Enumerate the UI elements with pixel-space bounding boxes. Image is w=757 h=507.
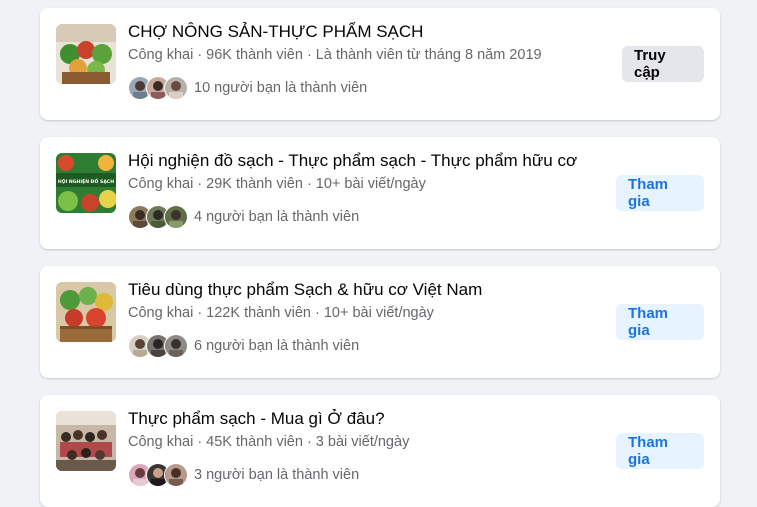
avatar[interactable] bbox=[164, 76, 188, 100]
friend-avatars bbox=[128, 205, 188, 229]
avatar[interactable] bbox=[164, 334, 188, 358]
vegetable-basket-image bbox=[56, 282, 116, 342]
group-card: Thực phẩm sạch - Mua gì Ở đâu? Công khai… bbox=[40, 395, 720, 507]
visit-button[interactable]: Truy cập bbox=[622, 46, 704, 82]
produce-basket-image bbox=[56, 24, 116, 84]
group-cover-image[interactable] bbox=[56, 24, 116, 84]
group-name[interactable]: CHỢ NÔNG SẢN-THỰC PHẨM SẠCH bbox=[128, 22, 590, 42]
group-meta: Công khai · 122K thành viên · 10+ bài vi… bbox=[128, 305, 434, 321]
group-card: HỘI NGHIỆN ĐỒ SẠCH Hội nghiện đồ sạch - … bbox=[40, 137, 720, 249]
group-meta: Công khai · 96K thành viên · Là thành vi… bbox=[128, 47, 542, 63]
group-name[interactable]: Hội nghiện đồ sạch - Thực phẩm sạch - Th… bbox=[128, 151, 590, 171]
friends-row: 10 người bạn là thành viên bbox=[128, 76, 367, 100]
friends-row: 3 người bạn là thành viên bbox=[128, 463, 359, 487]
avatar[interactable] bbox=[164, 205, 188, 229]
group-cover-image[interactable]: HỘI NGHIỆN ĐỒ SẠCH bbox=[56, 153, 116, 213]
join-button[interactable]: Tham gia bbox=[616, 433, 704, 469]
group-cover-image[interactable] bbox=[56, 411, 116, 471]
group-meta: Công khai · 45K thành viên · 3 bài viết/… bbox=[128, 434, 410, 450]
group-cover-image[interactable] bbox=[56, 282, 116, 342]
friends-count-text: 10 người bạn là thành viên bbox=[194, 80, 368, 96]
group-name[interactable]: Thực phẩm sạch - Mua gì Ở đâu? bbox=[128, 409, 590, 429]
friends-count-text: 4 người bạn là thành viên bbox=[194, 209, 360, 225]
friend-avatars bbox=[128, 334, 188, 358]
join-button[interactable]: Tham gia bbox=[616, 304, 704, 340]
group-photo-image bbox=[56, 411, 116, 471]
friends-count-text: 3 người bạn là thành viên bbox=[194, 467, 360, 483]
friends-row: 4 người bạn là thành viên bbox=[128, 205, 359, 229]
group-name[interactable]: Tiêu dùng thực phẩm Sạch & hữu cơ Việt N… bbox=[128, 280, 590, 300]
group-card: CHỢ NÔNG SẢN-THỰC PHẨM SẠCH Công khai · … bbox=[40, 8, 720, 120]
friends-count-text: 6 người bạn là thành viên bbox=[194, 338, 360, 354]
vegetables-banner-image: HỘI NGHIỆN ĐỒ SẠCH bbox=[56, 153, 116, 213]
friend-avatars bbox=[128, 463, 188, 487]
avatar[interactable] bbox=[164, 463, 188, 487]
group-card: Tiêu dùng thực phẩm Sạch & hữu cơ Việt N… bbox=[40, 266, 720, 378]
friends-row: 6 người bạn là thành viên bbox=[128, 334, 359, 358]
join-button[interactable]: Tham gia bbox=[616, 175, 704, 211]
group-meta: Công khai · 29K thành viên · 10+ bài viế… bbox=[128, 176, 426, 192]
friend-avatars bbox=[128, 76, 188, 100]
